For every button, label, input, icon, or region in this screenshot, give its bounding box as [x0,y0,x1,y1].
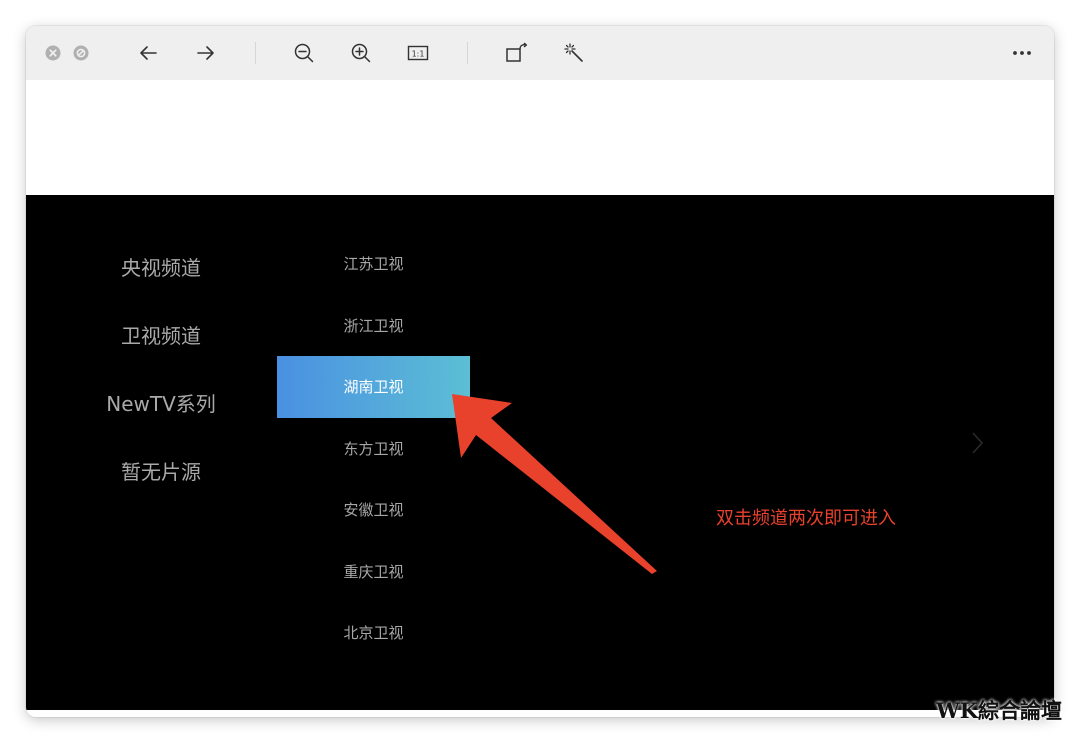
tv-screenshot: 央视频道 卫视频道 NewTV系列 暂无片源 江苏卫视 浙江卫视 湖南卫视 东方… [26,195,1054,710]
image-canvas: 央视频道 卫视频道 NewTV系列 暂无片源 江苏卫视 浙江卫视 湖南卫视 东方… [26,80,1054,717]
toolbar-divider [467,42,468,64]
annotation-hint: 双击频道两次即可进入 [716,508,896,529]
arrow-left-icon [140,46,157,60]
enhance-button[interactable] [560,26,588,80]
zoom-in-icon [351,43,371,63]
magic-wand-icon [564,43,583,62]
rotate-button[interactable] [503,26,531,80]
actual-size-icon: 1:1 [407,45,429,61]
arrow-right-icon [197,46,214,60]
image-viewer-window: 1:1 央视频道 卫视频道 NewTV系列 暂无片源 江苏卫视 浙江卫视 湖南卫… [26,26,1054,717]
toolbar: 1:1 [26,26,1054,80]
minimize-icon [73,45,89,61]
more-icon [1013,51,1031,55]
close-button[interactable] [42,26,64,80]
actual-size-button[interactable]: 1:1 [404,26,432,80]
rotate-icon [506,42,528,62]
zoom-in-button[interactable] [347,26,375,80]
forward-button[interactable] [192,26,220,80]
watermark-text: WK綜合論壇 [936,698,1062,723]
annotation-arrow-icon [452,394,657,574]
actual-size-label: 1:1 [412,50,425,59]
minimize-button[interactable] [70,26,92,80]
zoom-out-icon [294,43,314,63]
back-button[interactable] [134,26,162,80]
close-icon [45,45,61,61]
more-button[interactable] [1008,26,1036,80]
zoom-out-button[interactable] [290,26,318,80]
toolbar-divider [255,42,256,64]
